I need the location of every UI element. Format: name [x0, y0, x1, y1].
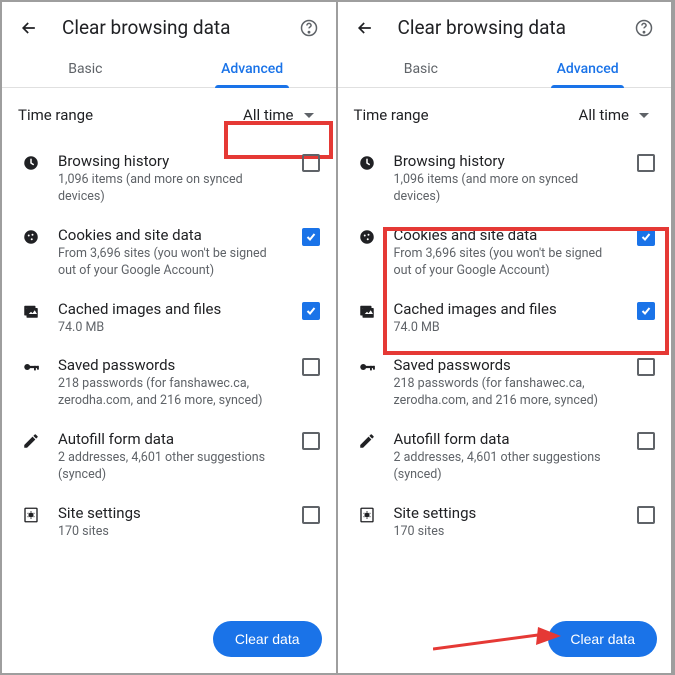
item-title: Autofill form data — [58, 430, 288, 448]
item-browsing-history[interactable]: Browsing history 1,096 items (and more o… — [10, 142, 328, 216]
key-icon — [354, 356, 380, 376]
cookie-icon — [18, 226, 44, 246]
chevron-down-icon — [639, 113, 649, 118]
header: Clear browsing data — [338, 2, 672, 49]
footer: Clear data — [338, 609, 672, 673]
site-settings-icon — [354, 504, 380, 524]
item-sub: 170 sites — [58, 524, 288, 541]
checkbox-site-settings[interactable] — [302, 506, 320, 524]
item-title: Browsing history — [58, 152, 288, 170]
item-sub: 2 addresses, 4,601 other suggestions (sy… — [394, 450, 624, 484]
item-title: Cached images and files — [394, 300, 624, 318]
help-icon[interactable] — [633, 17, 655, 39]
item-sub: From 3,696 sites (you won't be signed ou… — [58, 246, 288, 280]
item-sub: 2 addresses, 4,601 other suggestions (sy… — [58, 450, 288, 484]
item-sub: From 3,696 sites (you won't be signed ou… — [394, 246, 624, 280]
item-autofill[interactable]: Autofill form data 2 addresses, 4,601 ot… — [10, 420, 328, 494]
image-icon — [354, 300, 380, 320]
cookie-icon — [354, 226, 380, 246]
checkbox-cookies[interactable] — [637, 228, 655, 246]
item-title: Saved passwords — [394, 356, 624, 374]
header: Clear browsing data — [2, 2, 336, 49]
item-passwords[interactable]: Saved passwords 218 passwords (for fansh… — [346, 346, 664, 420]
item-title: Site settings — [394, 504, 624, 522]
chevron-down-icon — [304, 113, 314, 118]
arrow-annotation-icon — [433, 627, 563, 657]
time-range-label: Time range — [18, 106, 233, 124]
image-icon — [18, 300, 44, 320]
item-site-settings[interactable]: Site settings 170 sites — [346, 494, 664, 551]
item-title: Browsing history — [394, 152, 624, 170]
checkbox-cookies[interactable] — [302, 228, 320, 246]
data-type-list: Browsing history 1,096 items (and more o… — [2, 142, 336, 551]
time-range-label: Time range — [354, 106, 569, 124]
item-autofill[interactable]: Autofill form data 2 addresses, 4,601 ot… — [346, 420, 664, 494]
tab-advanced[interactable]: Advanced — [504, 49, 671, 87]
time-range-row: Time range All time — [2, 88, 336, 142]
item-cache[interactable]: Cached images and files 74.0 MB — [10, 290, 328, 347]
clear-data-button[interactable]: Clear data — [548, 621, 657, 657]
item-sub: 1,096 items (and more on synced devices) — [394, 172, 624, 206]
time-range-dropdown[interactable]: All time — [233, 102, 319, 128]
checkbox-site-settings[interactable] — [637, 506, 655, 524]
edit-icon — [354, 430, 380, 450]
item-sub: 170 sites — [394, 524, 624, 541]
checkbox-history[interactable] — [302, 154, 320, 172]
footer: Clear data — [2, 609, 336, 673]
tab-basic[interactable]: Basic — [338, 49, 505, 87]
item-title: Saved passwords — [58, 356, 288, 374]
item-sub: 74.0 MB — [58, 320, 288, 337]
checkbox-autofill[interactable] — [637, 432, 655, 450]
checkbox-history[interactable] — [637, 154, 655, 172]
tabs: Basic Advanced — [338, 49, 672, 88]
key-icon — [18, 356, 44, 376]
tab-basic[interactable]: Basic — [2, 49, 169, 87]
item-cookies[interactable]: Cookies and site data From 3,696 sites (… — [346, 216, 664, 290]
help-icon[interactable] — [298, 17, 320, 39]
site-settings-icon — [18, 504, 44, 524]
item-title: Site settings — [58, 504, 288, 522]
clear-data-screen-right: Clear browsing data Basic Advanced Time … — [338, 2, 674, 673]
item-sub: 218 passwords (for fanshawec.ca, zerodha… — [58, 376, 288, 410]
item-sub: 218 passwords (for fanshawec.ca, zerodha… — [394, 376, 624, 410]
item-title: Autofill form data — [394, 430, 624, 448]
back-icon[interactable] — [18, 17, 40, 39]
item-cookies[interactable]: Cookies and site data From 3,696 sites (… — [10, 216, 328, 290]
edit-icon — [18, 430, 44, 450]
clear-data-button[interactable]: Clear data — [213, 621, 322, 657]
item-cache[interactable]: Cached images and files 74.0 MB — [346, 290, 664, 347]
checkbox-cache[interactable] — [302, 302, 320, 320]
history-icon — [354, 152, 380, 172]
time-range-dropdown[interactable]: All time — [569, 102, 655, 128]
item-title: Cached images and files — [58, 300, 288, 318]
data-type-list: Browsing history 1,096 items (and more o… — [338, 142, 672, 551]
item-passwords[interactable]: Saved passwords 218 passwords (for fansh… — [10, 346, 328, 420]
time-range-value: All time — [243, 106, 293, 124]
time-range-row: Time range All time — [338, 88, 672, 142]
item-site-settings[interactable]: Site settings 170 sites — [10, 494, 328, 551]
page-title: Clear browsing data — [62, 16, 298, 39]
checkbox-autofill[interactable] — [302, 432, 320, 450]
item-title: Cookies and site data — [394, 226, 624, 244]
item-browsing-history[interactable]: Browsing history 1,096 items (and more o… — [346, 142, 664, 216]
item-sub: 74.0 MB — [394, 320, 624, 337]
item-sub: 1,096 items (and more on synced devices) — [58, 172, 288, 206]
tab-advanced[interactable]: Advanced — [169, 49, 336, 87]
clear-data-screen-left: Clear browsing data Basic Advanced Time … — [2, 2, 338, 673]
time-range-value: All time — [579, 106, 629, 124]
back-icon[interactable] — [354, 17, 376, 39]
page-title: Clear browsing data — [398, 16, 634, 39]
checkbox-passwords[interactable] — [637, 358, 655, 376]
history-icon — [18, 152, 44, 172]
tabs: Basic Advanced — [2, 49, 336, 88]
checkbox-passwords[interactable] — [302, 358, 320, 376]
item-title: Cookies and site data — [58, 226, 288, 244]
checkbox-cache[interactable] — [637, 302, 655, 320]
